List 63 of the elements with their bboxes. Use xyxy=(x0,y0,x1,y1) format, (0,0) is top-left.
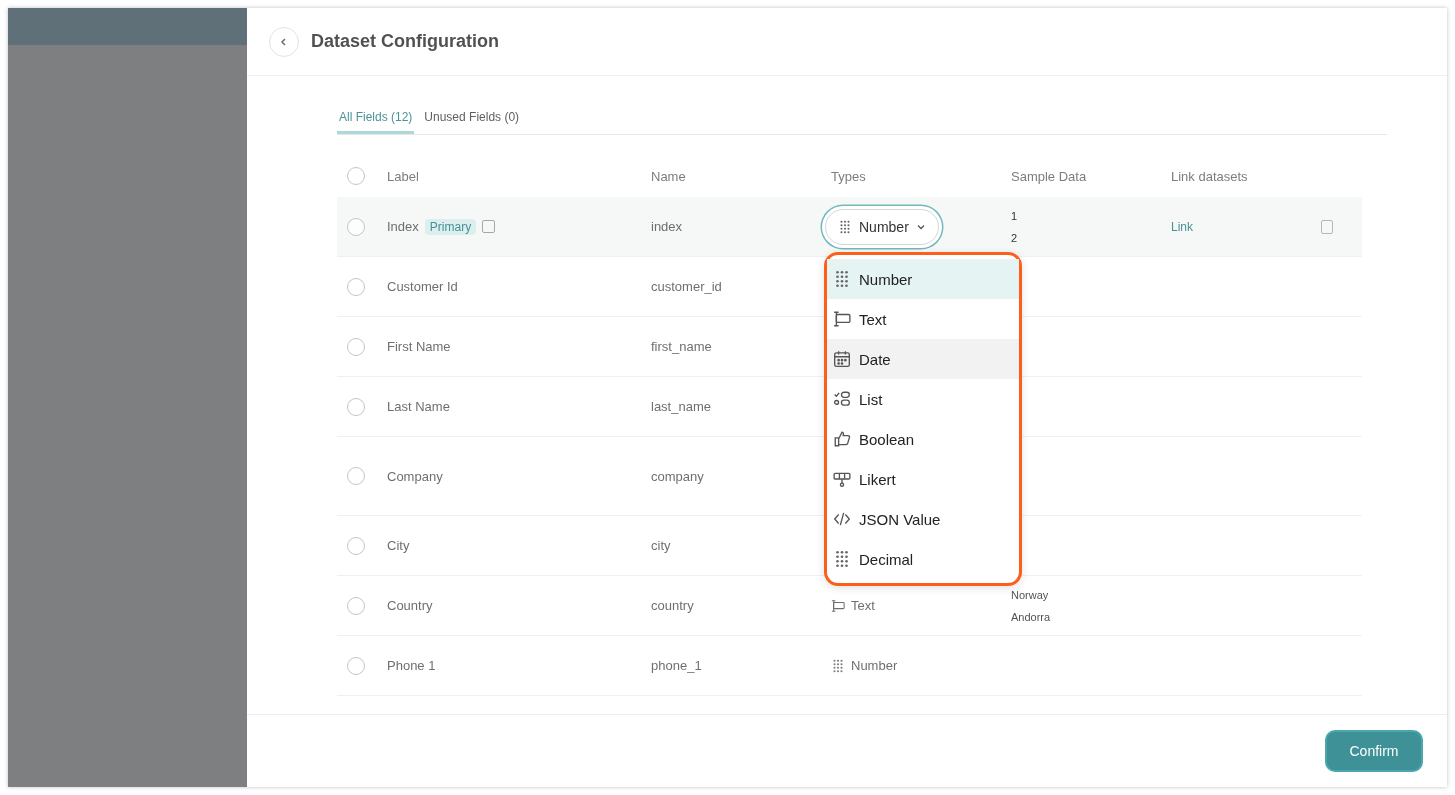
field-label: Customer Id xyxy=(387,279,458,294)
tab[interactable]: All Fields (12) xyxy=(337,102,415,134)
checkbox[interactable] xyxy=(347,467,365,485)
field-name: city xyxy=(651,538,671,553)
menu-item[interactable]: List xyxy=(827,379,1019,419)
field-label: Last Name xyxy=(387,399,450,414)
column-header: Label xyxy=(387,168,420,184)
field-label: Company xyxy=(387,468,443,484)
column-header: Sample Data xyxy=(1011,168,1088,184)
dot-grid-icon xyxy=(833,270,851,288)
field-name: last_name xyxy=(651,399,711,414)
menu-item[interactable]: Date xyxy=(827,339,1019,379)
sample-value: 2 xyxy=(1011,230,1018,245)
menu-item[interactable]: Text xyxy=(827,299,1019,339)
checkbox[interactable] xyxy=(347,277,365,296)
field-label: Index xyxy=(387,219,419,234)
field-name: first_name xyxy=(651,339,712,354)
column-header: Name xyxy=(651,168,687,184)
text-field-icon xyxy=(831,598,845,613)
drawer-title: Dataset Configuration xyxy=(311,31,499,52)
code-icon xyxy=(833,510,851,528)
checklist-icon xyxy=(833,390,851,408)
field-label: First Name xyxy=(387,339,451,354)
field-name: phone_1 xyxy=(651,658,702,673)
checkbox[interactable] xyxy=(347,536,365,555)
field-label: City xyxy=(387,538,410,553)
type-label: Number xyxy=(831,658,898,673)
link-text[interactable]: Link xyxy=(1171,219,1193,234)
scale-icon xyxy=(833,470,851,488)
tab[interactable]: Unused Fields (0) xyxy=(422,102,522,134)
dot-grid-icon xyxy=(831,658,845,673)
field-name: company xyxy=(651,468,704,484)
menu-item[interactable]: Boolean xyxy=(827,419,1019,459)
confirm-button[interactable]: Confirm xyxy=(1327,732,1421,770)
field-name: index xyxy=(651,219,683,234)
field-label: Country xyxy=(387,598,433,613)
dot-grid-icon xyxy=(838,219,852,234)
column-header: Link datasets xyxy=(1171,168,1249,184)
back-icon xyxy=(279,36,289,47)
sample-value: Norway xyxy=(1011,587,1049,602)
calendar-icon xyxy=(833,350,851,368)
text-field-icon xyxy=(833,310,851,328)
checkbox[interactable] xyxy=(347,217,365,236)
back-button[interactable] xyxy=(269,26,299,57)
thumbs-icon xyxy=(833,430,851,448)
field-name: customer_id xyxy=(651,279,722,294)
checkbox[interactable] xyxy=(347,397,365,416)
checkbox[interactable] xyxy=(347,596,365,615)
checkbox[interactable] xyxy=(347,167,365,185)
primary-badge: Primary xyxy=(424,218,477,235)
menu-item[interactable]: JSON Value xyxy=(827,499,1019,539)
field-name: country xyxy=(651,598,694,613)
sample-value: 1 xyxy=(1011,208,1018,223)
checkbox[interactable] xyxy=(347,337,365,356)
type-label: Text xyxy=(831,598,875,613)
sample-value: Andorra xyxy=(1011,609,1051,624)
column-header: Types xyxy=(831,168,867,184)
field-label: Phone 1 xyxy=(387,658,436,673)
checkbox[interactable] xyxy=(347,656,365,675)
dot-grid-icon xyxy=(833,550,851,568)
menu-item[interactable]: Likert xyxy=(827,459,1019,499)
menu-item[interactable]: Decimal xyxy=(827,539,1019,579)
menu-item[interactable]: Number xyxy=(827,259,1019,299)
